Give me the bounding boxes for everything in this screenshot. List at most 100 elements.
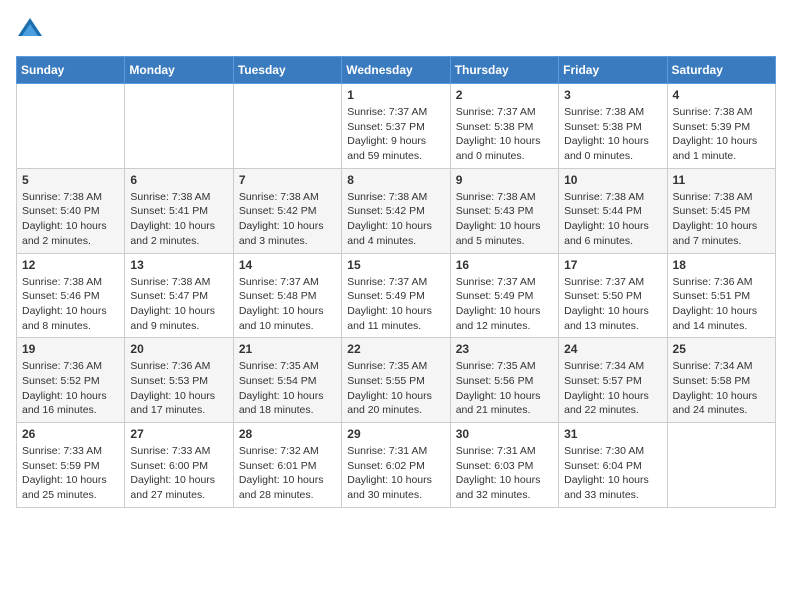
calendar-cell: 18Sunrise: 7:36 AMSunset: 5:51 PMDayligh…	[667, 253, 775, 338]
day-number: 15	[347, 258, 444, 272]
day-number: 20	[130, 342, 227, 356]
calendar-cell: 15 Sunrise: 7:37 AMSunset: 5:49 PMDayligh…	[342, 253, 450, 338]
day-number: 26	[22, 427, 119, 441]
calendar-cell: 5Sunrise: 7:38 AMSunset: 5:40 PMDaylight…	[17, 168, 125, 253]
day-info: Sunrise: 7:35 AMSunset: 5:55 PMDaylight:…	[347, 359, 444, 418]
day-header-friday: Friday	[559, 57, 667, 84]
calendar-cell: 13 Sunrise: 7:38 AMSunset: 5:47 PMDayligh…	[125, 253, 233, 338]
calendar-cell: 12 Sunrise: 7:38 AMSunset: 5:46 PMDayligh…	[17, 253, 125, 338]
day-number: 13	[130, 258, 227, 272]
calendar-cell: 7 Sunrise: 7:38 AMSunset: 5:42 PMDaylight…	[233, 168, 341, 253]
day-number: 1	[347, 88, 444, 102]
day-info: Sunrise: 7:37 AMSunset: 5:38 PMDaylight:…	[456, 105, 553, 164]
calendar-cell: 27Sunrise: 7:33 AMSunset: 6:00 PMDayligh…	[125, 423, 233, 508]
day-number: 19	[22, 342, 119, 356]
logo-icon	[16, 16, 44, 44]
day-number: 8	[347, 173, 444, 187]
day-number: 12	[22, 258, 119, 272]
day-number: 29	[347, 427, 444, 441]
calendar-cell: 16 Sunrise: 7:37 AMSunset: 5:49 PMDayligh…	[450, 253, 558, 338]
day-info: Sunrise: 7:30 AMSunset: 6:04 PMDaylight:…	[564, 444, 661, 503]
calendar-cell: 3Sunrise: 7:38 AMSunset: 5:38 PMDaylight…	[559, 84, 667, 169]
calendar-cell: 2 Sunrise: 7:37 AMSunset: 5:38 PMDaylight…	[450, 84, 558, 169]
day-info: Sunrise: 7:35 AMSunset: 5:56 PMDaylight:…	[456, 359, 553, 418]
day-info: Sunrise: 7:37 AMSunset: 5:37 PMDaylight:…	[347, 105, 444, 164]
calendar-table: SundayMondayTuesdayWednesdayThursdayFrid…	[16, 56, 776, 508]
day-info: Sunrise: 7:38 AMSunset: 5:45 PMDaylight:…	[673, 190, 770, 249]
logo	[16, 16, 48, 44]
day-info: Sunrise: 7:38 AMSunset: 5:42 PMDaylight:…	[239, 190, 336, 249]
day-number: 21	[239, 342, 336, 356]
day-info: Sunrise: 7:38 AMSunset: 5:47 PMDaylight:…	[130, 275, 227, 334]
calendar-week-5: 26 Sunrise: 7:33 AMSunset: 5:59 PMDayligh…	[17, 423, 776, 508]
day-info: Sunrise: 7:37 AMSunset: 5:49 PMDaylight:…	[456, 275, 553, 334]
day-header-saturday: Saturday	[667, 57, 775, 84]
day-number: 5	[22, 173, 119, 187]
calendar-cell	[125, 84, 233, 169]
day-info: Sunrise: 7:37 AMSunset: 5:49 PMDaylight:…	[347, 275, 444, 334]
day-info: Sunrise: 7:31 AMSunset: 6:02 PMDaylight:…	[347, 444, 444, 503]
day-number: 31	[564, 427, 661, 441]
day-number: 28	[239, 427, 336, 441]
calendar-cell: 23 Sunrise: 7:35 AMSunset: 5:56 PMDayligh…	[450, 338, 558, 423]
day-info: Sunrise: 7:36 AMSunset: 5:53 PMDaylight:…	[130, 359, 227, 418]
calendar-cell	[667, 423, 775, 508]
day-number: 6	[130, 173, 227, 187]
day-number: 4	[673, 88, 770, 102]
day-number: 14	[239, 258, 336, 272]
day-number: 25	[673, 342, 770, 356]
calendar-cell: 30 Sunrise: 7:31 AMSunset: 6:03 PMDayligh…	[450, 423, 558, 508]
day-number: 16	[456, 258, 553, 272]
calendar-header-row: SundayMondayTuesdayWednesdayThursdayFrid…	[17, 57, 776, 84]
day-number: 9	[456, 173, 553, 187]
calendar-cell: 17 Sunrise: 7:37 AMSunset: 5:50 PMDayligh…	[559, 253, 667, 338]
calendar-cell: 24 Sunrise: 7:34 AMSunset: 5:57 PMDayligh…	[559, 338, 667, 423]
calendar-cell: 19Sunrise: 7:36 AMSunset: 5:52 PMDayligh…	[17, 338, 125, 423]
day-info: Sunrise: 7:38 AMSunset: 5:43 PMDaylight:…	[456, 190, 553, 249]
calendar-cell: 25 Sunrise: 7:34 AMSunset: 5:58 PMDayligh…	[667, 338, 775, 423]
day-number: 7	[239, 173, 336, 187]
calendar-week-1: 1 Sunrise: 7:37 AMSunset: 5:37 PMDaylight…	[17, 84, 776, 169]
day-header-sunday: Sunday	[17, 57, 125, 84]
calendar-cell: 22Sunrise: 7:35 AMSunset: 5:55 PMDayligh…	[342, 338, 450, 423]
day-number: 24	[564, 342, 661, 356]
day-info: Sunrise: 7:38 AMSunset: 5:46 PMDaylight:…	[22, 275, 119, 334]
day-number: 30	[456, 427, 553, 441]
calendar-cell: 11 Sunrise: 7:38 AMSunset: 5:45 PMDayligh…	[667, 168, 775, 253]
day-info: Sunrise: 7:34 AMSunset: 5:58 PMDaylight:…	[673, 359, 770, 418]
page-header	[16, 16, 776, 44]
day-number: 17	[564, 258, 661, 272]
calendar-week-2: 5Sunrise: 7:38 AMSunset: 5:40 PMDaylight…	[17, 168, 776, 253]
calendar-cell: 14 Sunrise: 7:37 AMSunset: 5:48 PMDayligh…	[233, 253, 341, 338]
day-info: Sunrise: 7:34 AMSunset: 5:57 PMDaylight:…	[564, 359, 661, 418]
day-info: Sunrise: 7:38 AMSunset: 5:44 PMDaylight:…	[564, 190, 661, 249]
calendar-week-4: 19Sunrise: 7:36 AMSunset: 5:52 PMDayligh…	[17, 338, 776, 423]
day-info: Sunrise: 7:37 AMSunset: 5:48 PMDaylight:…	[239, 275, 336, 334]
day-info: Sunrise: 7:33 AMSunset: 5:59 PMDaylight:…	[22, 444, 119, 503]
day-info: Sunrise: 7:31 AMSunset: 6:03 PMDaylight:…	[456, 444, 553, 503]
day-header-monday: Monday	[125, 57, 233, 84]
calendar-cell: 10 Sunrise: 7:38 AMSunset: 5:44 PMDayligh…	[559, 168, 667, 253]
day-number: 23	[456, 342, 553, 356]
day-number: 11	[673, 173, 770, 187]
calendar-cell: 9 Sunrise: 7:38 AMSunset: 5:43 PMDaylight…	[450, 168, 558, 253]
calendar-week-3: 12 Sunrise: 7:38 AMSunset: 5:46 PMDayligh…	[17, 253, 776, 338]
calendar-cell: 1 Sunrise: 7:37 AMSunset: 5:37 PMDaylight…	[342, 84, 450, 169]
calendar-cell: 31 Sunrise: 7:30 AMSunset: 6:04 PMDayligh…	[559, 423, 667, 508]
day-header-thursday: Thursday	[450, 57, 558, 84]
day-info: Sunrise: 7:37 AMSunset: 5:50 PMDaylight:…	[564, 275, 661, 334]
day-info: Sunrise: 7:38 AMSunset: 5:38 PMDaylight:…	[564, 105, 661, 164]
day-number: 27	[130, 427, 227, 441]
day-number: 2	[456, 88, 553, 102]
day-info: Sunrise: 7:38 AMSunset: 5:42 PMDaylight:…	[347, 190, 444, 249]
calendar-cell: 6 Sunrise: 7:38 AMSunset: 5:41 PMDaylight…	[125, 168, 233, 253]
calendar-cell	[17, 84, 125, 169]
day-info: Sunrise: 7:38 AMSunset: 5:39 PMDaylight:…	[673, 105, 770, 164]
calendar-cell	[233, 84, 341, 169]
calendar-cell: 26 Sunrise: 7:33 AMSunset: 5:59 PMDayligh…	[17, 423, 125, 508]
calendar-cell: 28Sunrise: 7:32 AMSunset: 6:01 PMDayligh…	[233, 423, 341, 508]
day-number: 10	[564, 173, 661, 187]
day-header-tuesday: Tuesday	[233, 57, 341, 84]
calendar-cell: 29 Sunrise: 7:31 AMSunset: 6:02 PMDayligh…	[342, 423, 450, 508]
day-info: Sunrise: 7:38 AMSunset: 5:41 PMDaylight:…	[130, 190, 227, 249]
